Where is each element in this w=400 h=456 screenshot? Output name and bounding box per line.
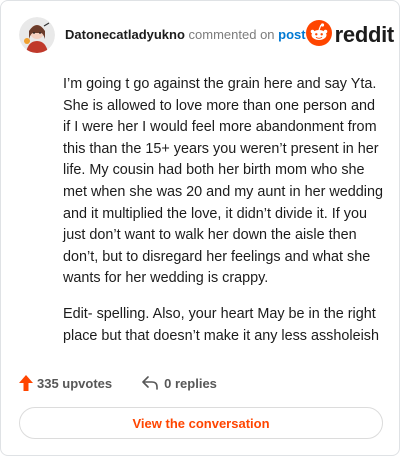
reply-count: 0 replies: [164, 375, 217, 391]
upvote-stat[interactable]: 335 upvotes: [19, 375, 112, 391]
byline: Datonecatladyukno commented on post: [65, 27, 306, 43]
reply-arrow-icon: [142, 376, 158, 390]
reddit-brand[interactable]: reddit: [305, 19, 395, 51]
avatar[interactable]: [19, 17, 55, 53]
byline-verb: commented on: [188, 27, 275, 42]
comment-stats: 335 upvotes 0 replies: [19, 373, 217, 393]
author-name[interactable]: Datonecatladyukno: [65, 27, 185, 42]
comment-paragraph: I’m going t go against the grain here an…: [63, 76, 383, 287]
reddit-wordmark: reddit: [334, 22, 395, 47]
upvote-count: 335 upvotes: [37, 375, 113, 391]
comment-paragraph: Edit- spelling. Also, your heart May be …: [63, 305, 379, 344]
post-link[interactable]: post: [278, 27, 305, 42]
embedded-comment-card: Datonecatladyukno commented on post redd…: [0, 0, 400, 456]
view-conversation-button[interactable]: View the conversation: [19, 407, 383, 439]
upvote-arrow-icon: [19, 375, 33, 391]
reply-stat[interactable]: 0 replies: [142, 376, 217, 391]
reddit-logo-icon: [305, 19, 332, 51]
comment-header: Datonecatladyukno commented on post redd…: [19, 17, 394, 53]
comment-body: I’m going t go against the grain here an…: [63, 74, 385, 347]
